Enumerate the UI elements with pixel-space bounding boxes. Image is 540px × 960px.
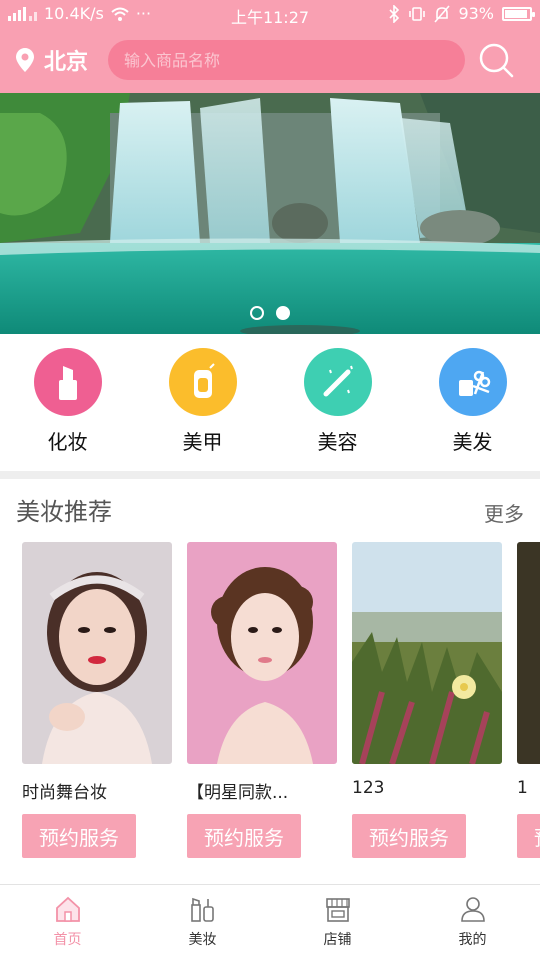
- battery-percent: 93%: [458, 4, 494, 23]
- carousel-dot-1[interactable]: [250, 306, 264, 320]
- magic-wand-icon: [303, 348, 372, 416]
- product-card[interactable]: 1 预约服务: [517, 542, 540, 858]
- app-header: 10.4K/s ··· 上午11:27 93% 北京 输入商品名称: [0, 0, 540, 93]
- bell-off-icon: [434, 4, 451, 23]
- nav-home[interactable]: 首页: [0, 885, 135, 960]
- banner-carousel[interactable]: [0, 93, 540, 334]
- category-label: 美发: [452, 430, 493, 454]
- nav-label: 我的: [458, 932, 487, 948]
- category-nail[interactable]: 美甲: [135, 334, 270, 470]
- lipstick-icon: [33, 348, 102, 416]
- city-selector[interactable]: 北京: [16, 44, 88, 76]
- status-bar: 10.4K/s ··· 上午11:27 93%: [0, 0, 540, 28]
- book-service-button[interactable]: 预约服务: [187, 814, 301, 858]
- product-name: 【明星同款...: [187, 783, 289, 802]
- carousel-indicator: [0, 306, 540, 320]
- category-makeup[interactable]: 化妆: [0, 334, 135, 470]
- product-name: 123: [352, 778, 385, 798]
- book-service-button[interactable]: 预约服务: [22, 814, 136, 858]
- location-pin-icon: [16, 48, 34, 72]
- search-icon[interactable]: [478, 42, 514, 78]
- product-list[interactable]: 时尚舞台妆 预约服务 【明星同款... 预约服务 123 预约服务 1: [22, 542, 540, 862]
- makeup-icon: [190, 897, 214, 922]
- more-link[interactable]: 更多: [484, 498, 524, 527]
- nail-polish-icon: [168, 348, 237, 416]
- bottom-nav: 首页 美妆 店铺 我的: [0, 884, 540, 960]
- section-divider: [0, 471, 540, 479]
- category-beauty[interactable]: 美容: [270, 334, 405, 470]
- search-row: 北京: [0, 38, 540, 82]
- nav-profile[interactable]: 我的: [405, 885, 540, 960]
- user-icon: [460, 897, 485, 922]
- home-icon: [55, 896, 80, 922]
- nav-store[interactable]: 店铺: [270, 885, 405, 960]
- product-image: [187, 542, 337, 764]
- scissors-icon: [438, 348, 507, 416]
- category-label: 化妆: [47, 430, 88, 454]
- category-label: 美容: [317, 430, 358, 454]
- product-name: 时尚舞台妆: [22, 783, 107, 802]
- store-icon: [325, 898, 350, 922]
- book-service-button[interactable]: 预约服务: [352, 814, 466, 858]
- status-right: 93%: [388, 4, 535, 23]
- product-card[interactable]: 123 预约服务: [352, 542, 502, 858]
- category-label: 美甲: [182, 430, 223, 454]
- book-service-button[interactable]: 预约服务: [517, 814, 540, 858]
- city-label: 北京: [44, 50, 89, 75]
- bluetooth-icon: [389, 4, 400, 23]
- nav-makeup[interactable]: 美妆: [135, 885, 270, 960]
- category-grid: 化妆 美甲 美容 美发: [0, 334, 540, 470]
- product-image: [22, 542, 172, 764]
- carousel-dot-2[interactable]: [276, 306, 290, 320]
- nav-label: 美妆: [188, 932, 217, 948]
- product-name: 1: [517, 778, 528, 798]
- search-input[interactable]: [108, 40, 465, 80]
- nav-label: 首页: [53, 932, 82, 948]
- category-hair[interactable]: 美发: [405, 334, 540, 470]
- product-card[interactable]: 【明星同款... 预约服务: [187, 542, 337, 858]
- battery-level: [505, 9, 528, 18]
- nav-label: 店铺: [323, 932, 352, 948]
- product-card[interactable]: 时尚舞台妆 预约服务: [22, 542, 172, 858]
- recommend-title: 美妆推荐: [16, 498, 112, 526]
- battery-icon: [502, 6, 535, 21]
- product-image: [517, 542, 540, 764]
- banner-waterfall-image: [0, 93, 540, 334]
- vibrate-icon: [409, 6, 426, 21]
- product-image: [352, 542, 502, 764]
- recommend-header: 美妆推荐 更多: [0, 490, 540, 530]
